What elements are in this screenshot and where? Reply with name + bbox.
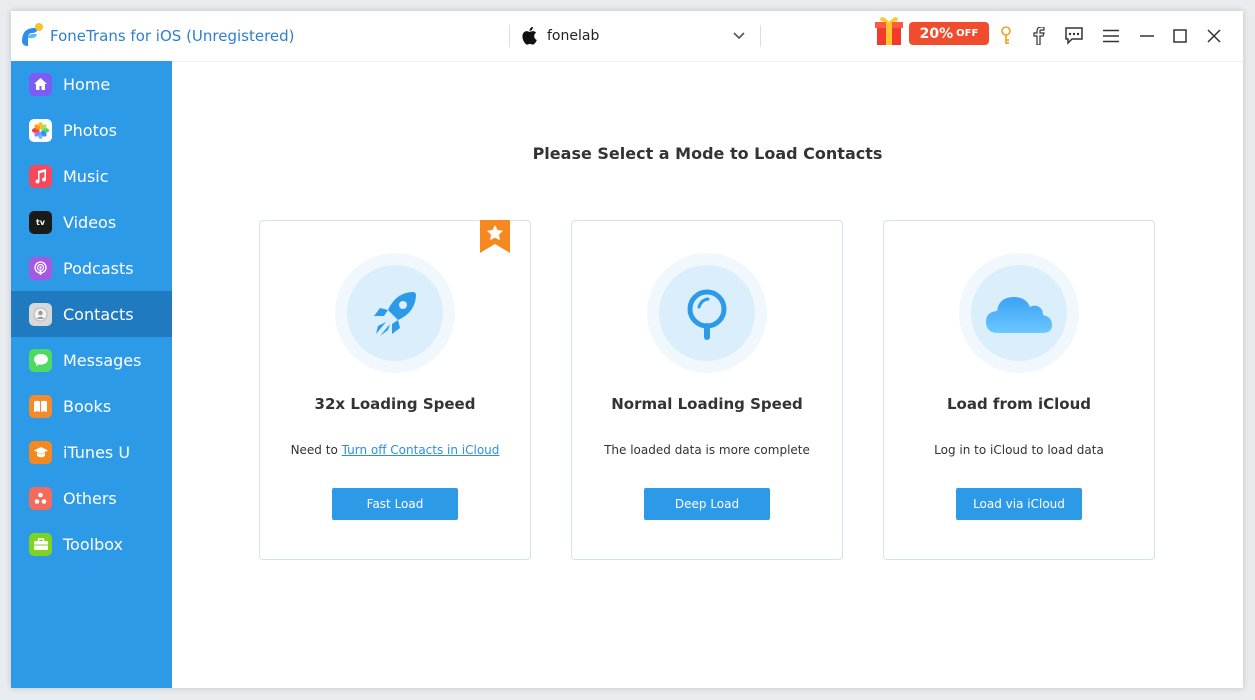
app-logo-icon [22, 23, 43, 46]
card-title: Normal Loading Speed [611, 395, 803, 413]
divider [509, 25, 510, 47]
sidebar-item-videos[interactable]: tv Videos [11, 199, 172, 245]
sidebar-item-toolbox[interactable]: Toolbox [11, 521, 172, 567]
others-icon [29, 486, 52, 510]
music-icon [29, 164, 52, 188]
sidebar-item-label: Home [63, 74, 111, 94]
fast-load-button[interactable]: Fast Load [332, 488, 458, 520]
card-icon-circle [335, 253, 455, 373]
itunes-u-icon [29, 440, 52, 464]
sidebar-item-podcasts[interactable]: Podcasts [11, 245, 172, 291]
divider [760, 25, 761, 47]
sidebar-item-itunes-u[interactable]: iTunes U [11, 429, 172, 475]
sidebar-item-label: Books [63, 396, 112, 416]
page-title: Please Select a Mode to Load Contacts [532, 144, 883, 163]
card-title: Load from iCloud [946, 395, 1092, 413]
apple-icon [522, 26, 537, 45]
photos-icon [29, 118, 52, 142]
sidebar-item-label: Music [63, 166, 109, 186]
maximize-icon[interactable] [1169, 25, 1191, 47]
sidebar-item-label: Photos [63, 120, 117, 140]
card-deep-load: Normal Loading Speed The loaded data is … [571, 220, 843, 560]
card-icon-circle [959, 253, 1079, 373]
card-description: The loaded data is more complete [604, 443, 810, 457]
promo-suffix: OFF [956, 28, 979, 39]
promo-discount: 20% [919, 25, 954, 42]
promo-badge[interactable]: 20% OFF [909, 22, 989, 45]
rocket-icon [374, 292, 416, 336]
device-selector[interactable]: fonelab [509, 23, 761, 49]
app-window: FoneTrans for iOS (Unregistered) fonelab… [11, 11, 1243, 688]
magnifier-icon [687, 289, 727, 340]
facebook-icon[interactable] [1028, 25, 1050, 47]
sidebar-item-label: Contacts [63, 304, 134, 324]
sidebar-item-home[interactable]: Home [11, 61, 172, 107]
card-title: 32x Loading Speed [314, 395, 476, 413]
load-via-icloud-button[interactable]: Load via iCloud [956, 488, 1082, 520]
videos-icon: tv [29, 210, 52, 234]
sidebar-item-contacts[interactable]: Contacts [11, 291, 172, 337]
title-bar: FoneTrans for iOS (Unregistered) fonelab… [11, 11, 1243, 61]
sidebar-item-label: Podcasts [63, 258, 134, 278]
menu-icon[interactable] [1100, 25, 1122, 47]
books-icon [29, 394, 52, 418]
chevron-down-icon[interactable] [733, 31, 745, 41]
sidebar-item-label: Messages [63, 350, 142, 370]
close-icon[interactable] [1203, 25, 1225, 47]
device-name: fonelab [547, 28, 600, 44]
sidebar-item-messages[interactable]: Messages [11, 337, 172, 383]
deep-load-button[interactable]: Deep Load [644, 488, 770, 520]
app-title: FoneTrans for iOS (Unregistered) [50, 27, 295, 45]
home-icon [29, 72, 52, 96]
main-content: Please Select a Mode to Load Contacts 32… [172, 61, 1243, 688]
card-description: Need to Turn off Contacts in iCloud [260, 443, 530, 457]
sidebar-item-label: Videos [63, 212, 117, 232]
sidebar-item-books[interactable]: Books [11, 383, 172, 429]
star-ribbon-icon [480, 220, 510, 253]
feedback-icon[interactable] [1063, 25, 1085, 47]
sidebar-item-music[interactable]: Music [11, 153, 172, 199]
card-description: Log in to iCloud to load data [934, 443, 1104, 457]
sidebar-item-photos[interactable]: Photos [11, 107, 172, 153]
key-icon[interactable] [995, 25, 1017, 47]
messages-icon [29, 348, 52, 372]
sidebar-item-others[interactable]: Others [11, 475, 172, 521]
minimize-icon[interactable] [1136, 25, 1158, 47]
card-fast-load: 32x Loading Speed Need to Turn off Conta… [259, 220, 531, 560]
icloud-icon [986, 297, 1052, 333]
contacts-icon [29, 302, 52, 326]
sidebar-item-label: Others [63, 488, 117, 508]
sidebar-item-label: Toolbox [63, 534, 123, 554]
card-desc-prefix: Need to [290, 443, 342, 457]
card-icon-circle [647, 253, 767, 373]
sidebar: Home Photos Music tv Videos Podcasts Con… [11, 61, 172, 688]
toolbox-icon [29, 532, 52, 556]
card-icloud-load: Load from iCloud Log in to iCloud to loa… [883, 220, 1155, 560]
podcasts-icon [29, 256, 52, 280]
sidebar-item-label: iTunes U [63, 442, 131, 462]
turn-off-icloud-link[interactable]: Turn off Contacts in iCloud [342, 443, 500, 457]
gift-icon[interactable] [874, 14, 904, 46]
